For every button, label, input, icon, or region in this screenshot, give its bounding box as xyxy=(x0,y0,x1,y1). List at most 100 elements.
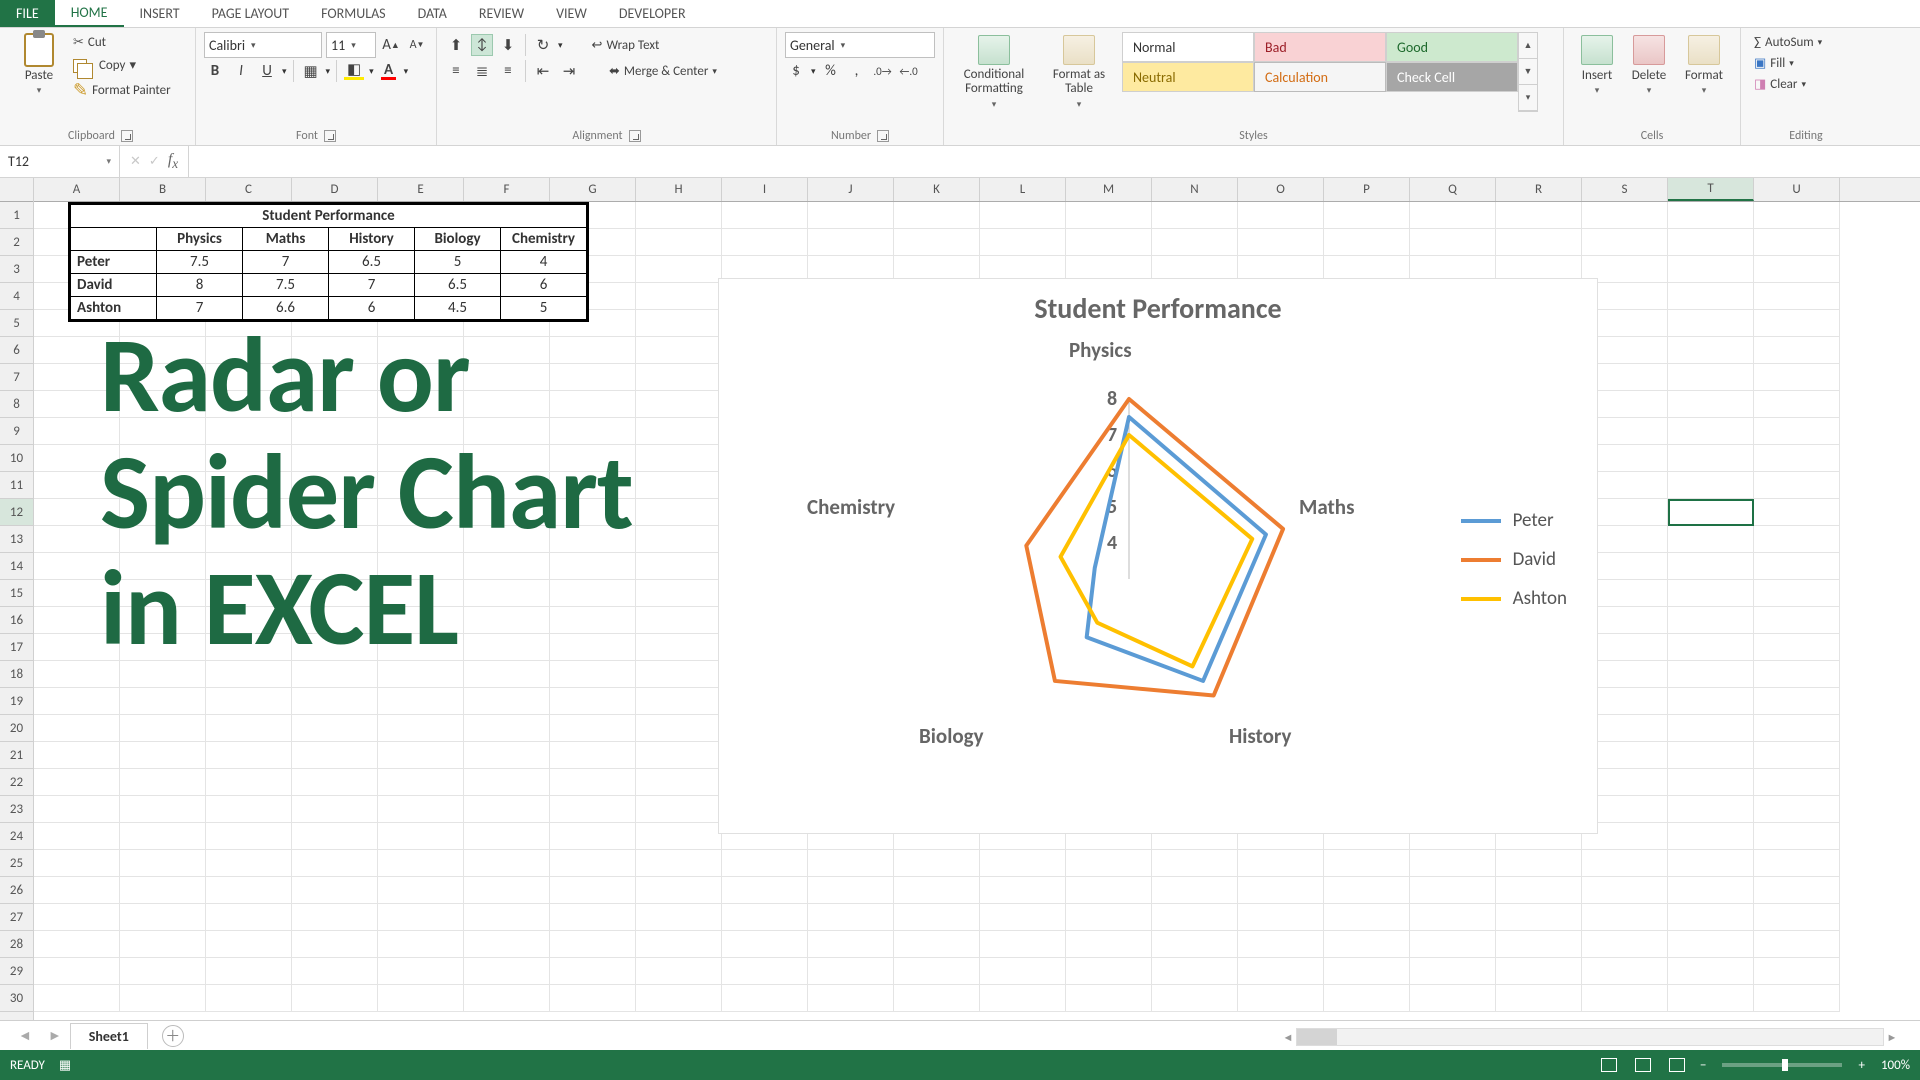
row-header[interactable]: 14 xyxy=(0,553,33,580)
row-header[interactable]: 25 xyxy=(0,850,33,877)
grow-font-button[interactable]: A▲ xyxy=(380,34,402,56)
row-header[interactable]: 2 xyxy=(0,229,33,256)
tab-home[interactable]: HOME xyxy=(55,0,124,27)
row-header[interactable]: 4 xyxy=(0,283,33,310)
column-header[interactable]: F xyxy=(464,178,550,201)
column-header[interactable]: S xyxy=(1582,178,1668,201)
row-header[interactable]: 15 xyxy=(0,580,33,607)
tab-view[interactable]: VIEW xyxy=(540,0,603,27)
row-header[interactable]: 24 xyxy=(0,823,33,850)
align-bottom-button[interactable]: ⬇ xyxy=(497,34,519,56)
dialog-launcher-icon[interactable] xyxy=(877,130,889,142)
column-header[interactable]: P xyxy=(1324,178,1410,201)
percent-button[interactable]: % xyxy=(820,60,842,82)
row-header[interactable]: 10 xyxy=(0,445,33,472)
enter-icon[interactable]: ✓ xyxy=(149,154,160,169)
fill-color-button[interactable]: ◧ xyxy=(343,60,365,82)
row-header[interactable]: 16 xyxy=(0,607,33,634)
row-header[interactable]: 20 xyxy=(0,715,33,742)
row-header[interactable]: 19 xyxy=(0,688,33,715)
row-header[interactable]: 9 xyxy=(0,418,33,445)
tab-developer[interactable]: DEVELOPER xyxy=(603,0,702,27)
style-check-cell[interactable]: Check Cell xyxy=(1386,62,1518,92)
autosum-button[interactable]: ∑AutoSum▾ xyxy=(1749,32,1863,53)
macro-record-icon[interactable]: ▦ xyxy=(59,1058,71,1073)
align-top-button[interactable]: ⬆ xyxy=(445,34,467,56)
column-header[interactable]: J xyxy=(808,178,894,201)
format-as-table-button[interactable]: Format as Table▾ xyxy=(1042,32,1116,112)
italic-button[interactable]: I xyxy=(230,60,252,82)
row-header[interactable]: 5 xyxy=(0,310,33,337)
column-header[interactable]: A xyxy=(34,178,120,201)
row-header[interactable]: 7 xyxy=(0,364,33,391)
column-header[interactable]: H xyxy=(636,178,722,201)
orientation-button[interactable]: ↻ xyxy=(532,34,554,56)
conditional-formatting-button[interactable]: Conditional Formatting▾ xyxy=(952,32,1036,112)
row-header[interactable]: 17 xyxy=(0,634,33,661)
column-header[interactable]: L xyxy=(980,178,1066,201)
scroll-left-icon[interactable]: ◄ xyxy=(1280,1031,1296,1044)
column-header[interactable]: Q xyxy=(1410,178,1496,201)
style-gallery-scroll[interactable]: ▲ ▼ ▾ xyxy=(1518,32,1538,112)
row-header[interactable]: 28 xyxy=(0,931,33,958)
column-header[interactable]: N xyxy=(1152,178,1238,201)
view-page-break-button[interactable] xyxy=(1662,1054,1692,1076)
wrap-text-button[interactable]: ↩Wrap Text xyxy=(587,35,665,56)
column-header[interactable]: G xyxy=(550,178,636,201)
name-box[interactable]: T12▾ xyxy=(0,146,120,177)
zoom-in-button[interactable]: + xyxy=(1852,1058,1870,1073)
underline-button[interactable]: U xyxy=(256,60,278,82)
row-header[interactable]: 1 xyxy=(0,202,33,229)
dialog-launcher-icon[interactable] xyxy=(324,130,336,142)
row-header[interactable]: 26 xyxy=(0,877,33,904)
tab-file[interactable]: FILE xyxy=(0,0,55,27)
delete-cells-button[interactable]: Delete▾ xyxy=(1624,32,1674,98)
fill-button[interactable]: ▣Fill▾ xyxy=(1749,53,1863,74)
font-color-button[interactable]: A xyxy=(378,60,400,82)
format-painter-button[interactable]: ✎Format Painter xyxy=(68,78,176,102)
column-header[interactable]: B xyxy=(120,178,206,201)
increase-indent-button[interactable]: ⇥ xyxy=(558,60,580,82)
row-header[interactable]: 8 xyxy=(0,391,33,418)
formula-input[interactable] xyxy=(189,146,1920,177)
tab-page-layout[interactable]: PAGE LAYOUT xyxy=(196,0,305,27)
select-all-corner[interactable] xyxy=(0,178,33,202)
view-page-layout-button[interactable] xyxy=(1628,1054,1658,1076)
scroll-down-icon[interactable]: ▼ xyxy=(1519,59,1537,85)
row-header[interactable]: 11 xyxy=(0,472,33,499)
radar-chart[interactable]: Student Performance 87654 Physics Maths … xyxy=(718,278,1598,834)
column-header[interactable]: E xyxy=(378,178,464,201)
column-header[interactable]: C xyxy=(206,178,292,201)
font-size-select[interactable]: 11▾ xyxy=(326,32,376,58)
row-header[interactable]: 30 xyxy=(0,985,33,1012)
tab-insert[interactable]: INSERT xyxy=(124,0,196,27)
tab-formulas[interactable]: FORMULAS xyxy=(305,0,402,27)
merge-center-button[interactable]: ⬌Merge & Center▾ xyxy=(604,61,722,82)
style-good[interactable]: Good xyxy=(1386,32,1518,62)
copy-button[interactable]: Copy▾ xyxy=(68,55,176,76)
borders-button[interactable]: ▦ xyxy=(300,60,322,82)
row-header[interactable]: 22 xyxy=(0,769,33,796)
sheet-nav-prev[interactable]: ► xyxy=(40,1027,70,1044)
dialog-launcher-icon[interactable] xyxy=(629,130,641,142)
cut-button[interactable]: ✂Cut xyxy=(68,32,176,53)
column-header[interactable]: R xyxy=(1496,178,1582,201)
row-header[interactable]: 27 xyxy=(0,904,33,931)
row-header[interactable]: 18 xyxy=(0,661,33,688)
more-icon[interactable]: ▾ xyxy=(1519,85,1537,111)
style-calculation[interactable]: Calculation xyxy=(1254,62,1386,92)
row-header[interactable]: 3 xyxy=(0,256,33,283)
scroll-up-icon[interactable]: ▲ xyxy=(1519,33,1537,59)
clear-button[interactable]: ◨Clear▾ xyxy=(1749,74,1863,95)
zoom-slider[interactable] xyxy=(1722,1063,1842,1067)
column-header[interactable]: K xyxy=(894,178,980,201)
add-sheet-button[interactable]: ＋ xyxy=(162,1025,184,1047)
scroll-right-icon[interactable]: ► xyxy=(1884,1031,1900,1044)
format-cells-button[interactable]: Format▾ xyxy=(1676,32,1732,98)
tab-data[interactable]: DATA xyxy=(402,0,463,27)
column-header[interactable]: I xyxy=(722,178,808,201)
insert-cells-button[interactable]: Insert▾ xyxy=(1572,32,1622,98)
bold-button[interactable]: B xyxy=(204,60,226,82)
style-normal[interactable]: Normal xyxy=(1122,32,1254,62)
column-header[interactable]: M xyxy=(1066,178,1152,201)
